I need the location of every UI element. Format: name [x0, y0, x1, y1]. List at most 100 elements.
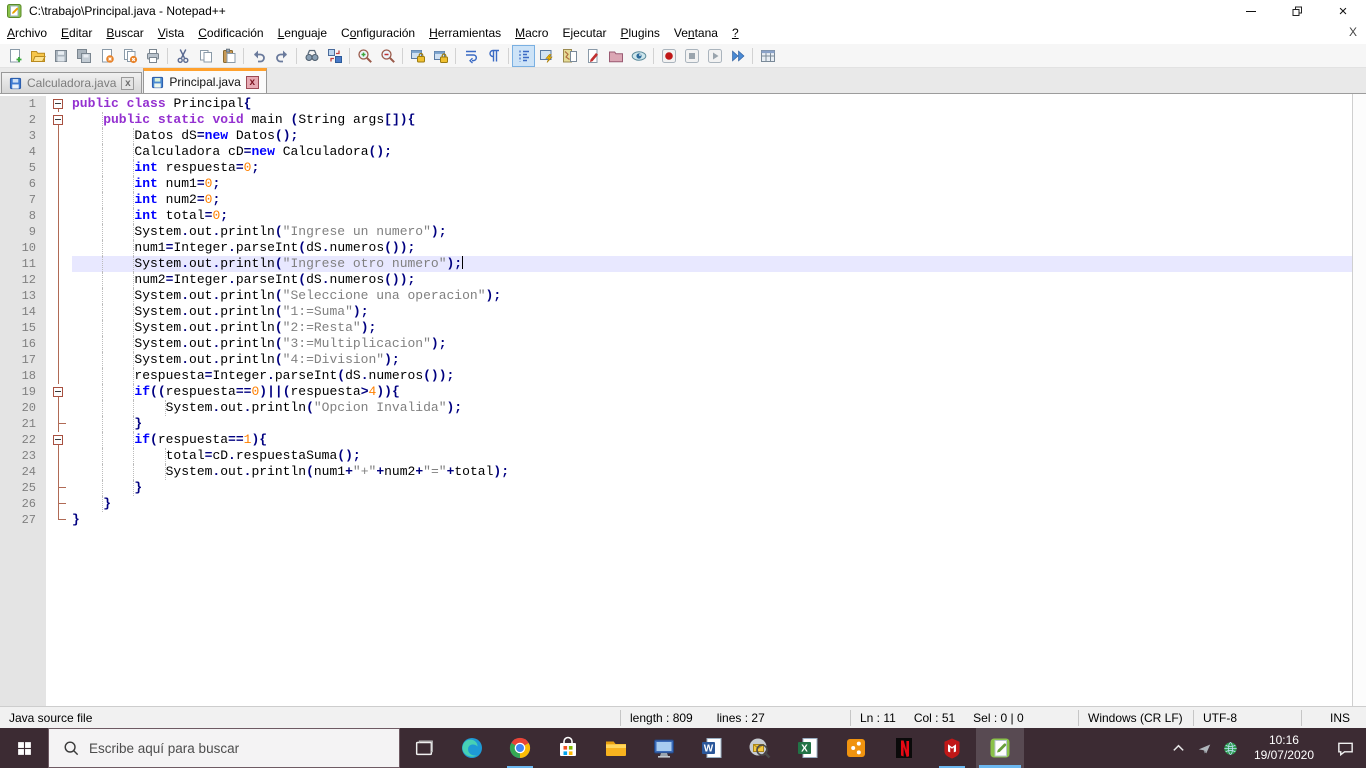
tray-network[interactable]: [1218, 728, 1244, 768]
code-line-22[interactable]: 22 if(respuesta==1){: [0, 432, 1352, 448]
folder-workspace-button[interactable]: [604, 45, 627, 67]
code-text[interactable]: }: [72, 416, 1352, 432]
taskbar-app-microsoft-store[interactable]: [544, 728, 592, 768]
code-line-7[interactable]: 7 int num2=0;: [0, 192, 1352, 208]
tab-close-icon[interactable]: x: [121, 76, 135, 90]
show-hidden-icons-button[interactable]: [1166, 728, 1192, 768]
menu-item-macro[interactable]: Macro: [508, 23, 555, 43]
code-line-21[interactable]: 21}: [0, 416, 1352, 432]
line-number[interactable]: 25: [0, 480, 46, 496]
code-text[interactable]: num1=Integer.parseInt(dS.numeros());: [72, 240, 1352, 256]
close-button[interactable]: ×: [1320, 0, 1366, 22]
document-map-button[interactable]: [558, 45, 581, 67]
line-number[interactable]: 13: [0, 288, 46, 304]
code-line-2[interactable]: 2 public static void main (String args[])…: [0, 112, 1352, 128]
paste-button[interactable]: [217, 45, 240, 67]
tab-close-icon[interactable]: x: [245, 75, 259, 89]
show-indent-guide-button[interactable]: [512, 44, 535, 67]
menu-item-codificacion[interactable]: Codificación: [191, 23, 270, 43]
line-number[interactable]: 26: [0, 496, 46, 512]
code-line-5[interactable]: 5 int respuesta=0;: [0, 160, 1352, 176]
save-button[interactable]: [49, 45, 72, 67]
code-line-10[interactable]: 10 num1=Integer.parseInt(dS.numeros());: [0, 240, 1352, 256]
code-line-20[interactable]: 20 System.out.println("Opcion Invalida");: [0, 400, 1352, 416]
code-text[interactable]: System.out.println("3:=Multiplicacion");: [72, 336, 1352, 352]
line-number[interactable]: 2: [0, 112, 46, 128]
menu-item-buscar[interactable]: Buscar: [99, 23, 150, 43]
menu-item-herramientas[interactable]: Herramientas: [422, 23, 508, 43]
code-text[interactable]: System.out.println("4:=Division");: [72, 352, 1352, 368]
code-line-1[interactable]: 1 public class Principal{: [0, 96, 1352, 112]
monitoring-eye-button[interactable]: [627, 45, 650, 67]
code-text[interactable]: if((respuesta==0)||(respuesta>4)){: [72, 384, 1352, 400]
open-folder-button[interactable]: [26, 45, 49, 67]
zoom-in-button[interactable]: [353, 45, 376, 67]
replace-button[interactable]: [323, 45, 346, 67]
code-text[interactable]: System.out.println(num1+"+"+num2+"="+tot…: [72, 464, 1352, 480]
line-number[interactable]: 23: [0, 448, 46, 464]
code-text[interactable]: public static void main (String args[]){: [72, 112, 1352, 128]
code-line-25[interactable]: 25}: [0, 480, 1352, 496]
menu-item-archivo[interactable]: Archivo: [0, 23, 54, 43]
editor-empty-area[interactable]: [0, 528, 1352, 706]
save-all-button[interactable]: [72, 45, 95, 67]
restore-button[interactable]: [1274, 0, 1320, 22]
line-number[interactable]: 6: [0, 176, 46, 192]
show-all-chars-button[interactable]: [482, 45, 505, 67]
menu-item-vista[interactable]: Vista: [151, 23, 191, 43]
line-number[interactable]: 16: [0, 336, 46, 352]
zoom-out-button[interactable]: [376, 45, 399, 67]
close-all-button[interactable]: [118, 45, 141, 67]
line-number[interactable]: 4: [0, 144, 46, 160]
menu-item-ventana[interactable]: Ventana: [667, 23, 725, 43]
taskbar-search-box[interactable]: [48, 728, 400, 768]
taskbar-app-chrome[interactable]: [496, 728, 544, 768]
code-line-19[interactable]: 19 if((respuesta==0)||(respuesta>4)){: [0, 384, 1352, 400]
code-editor[interactable]: 1 public class Principal{ 2 public static v…: [0, 94, 1366, 706]
action-center-button[interactable]: [1324, 728, 1366, 768]
line-number[interactable]: 24: [0, 464, 46, 480]
code-text[interactable]: Datos dS=new Datos();: [72, 128, 1352, 144]
line-number[interactable]: 8: [0, 208, 46, 224]
line-number[interactable]: 22: [0, 432, 46, 448]
menu-close-x[interactable]: X: [1349, 25, 1357, 39]
line-number[interactable]: 15: [0, 320, 46, 336]
line-number[interactable]: 3: [0, 128, 46, 144]
function-list-button[interactable]: [535, 45, 558, 67]
taskbar-app-file-explorer[interactable]: [592, 728, 640, 768]
line-number[interactable]: 14: [0, 304, 46, 320]
code-text[interactable]: System.out.println("Ingrese un numero");: [72, 224, 1352, 240]
taskbar-app-excel[interactable]: X: [784, 728, 832, 768]
line-number[interactable]: 20: [0, 400, 46, 416]
code-text[interactable]: System.out.println("Opcion Invalida");: [72, 400, 1352, 416]
code-text[interactable]: num2=Integer.parseInt(dS.numeros());: [72, 272, 1352, 288]
taskbar-clock[interactable]: 10:16 19/07/2020: [1244, 728, 1324, 768]
line-number[interactable]: 1: [0, 96, 46, 112]
tab-calculadora-java[interactable]: Calculadora.java x: [1, 72, 143, 93]
line-number[interactable]: 7: [0, 192, 46, 208]
find-button[interactable]: [300, 45, 323, 67]
code-line-15[interactable]: 15 System.out.println("2:=Resta");: [0, 320, 1352, 336]
taskbar-app-word[interactable]: W: [688, 728, 736, 768]
code-line-9[interactable]: 9 System.out.println("Ingrese un numero")…: [0, 224, 1352, 240]
document-list-button[interactable]: [581, 45, 604, 67]
code-line-8[interactable]: 8 int total=0;: [0, 208, 1352, 224]
tab-principal-java[interactable]: Principal.java x: [143, 68, 267, 93]
fold-collapse-marker[interactable]: [46, 96, 72, 112]
undo-button[interactable]: [247, 45, 270, 67]
line-number[interactable]: 17: [0, 352, 46, 368]
code-text[interactable]: respuesta=Integer.parseInt(dS.numeros())…: [72, 368, 1352, 384]
sync-v-scroll-button[interactable]: [406, 45, 429, 67]
code-line-12[interactable]: 12 num2=Integer.parseInt(dS.numeros());: [0, 272, 1352, 288]
code-text[interactable]: int num2=0;: [72, 192, 1352, 208]
line-number[interactable]: 5: [0, 160, 46, 176]
code-text[interactable]: public class Principal{: [72, 96, 1352, 112]
taskbar-app-netflix[interactable]: [880, 728, 928, 768]
macro-save-button[interactable]: [756, 45, 779, 67]
code-text[interactable]: System.out.println("Ingrese otro numero"…: [72, 256, 1352, 272]
code-text[interactable]: System.out.println("1:=Suma");: [72, 304, 1352, 320]
fold-collapse-marker[interactable]: [46, 432, 72, 448]
code-text[interactable]: int num1=0;: [72, 176, 1352, 192]
code-line-24[interactable]: 24 System.out.println(num1+"+"+num2+"="+t…: [0, 464, 1352, 480]
status-typing-mode[interactable]: INS: [1301, 709, 1366, 726]
